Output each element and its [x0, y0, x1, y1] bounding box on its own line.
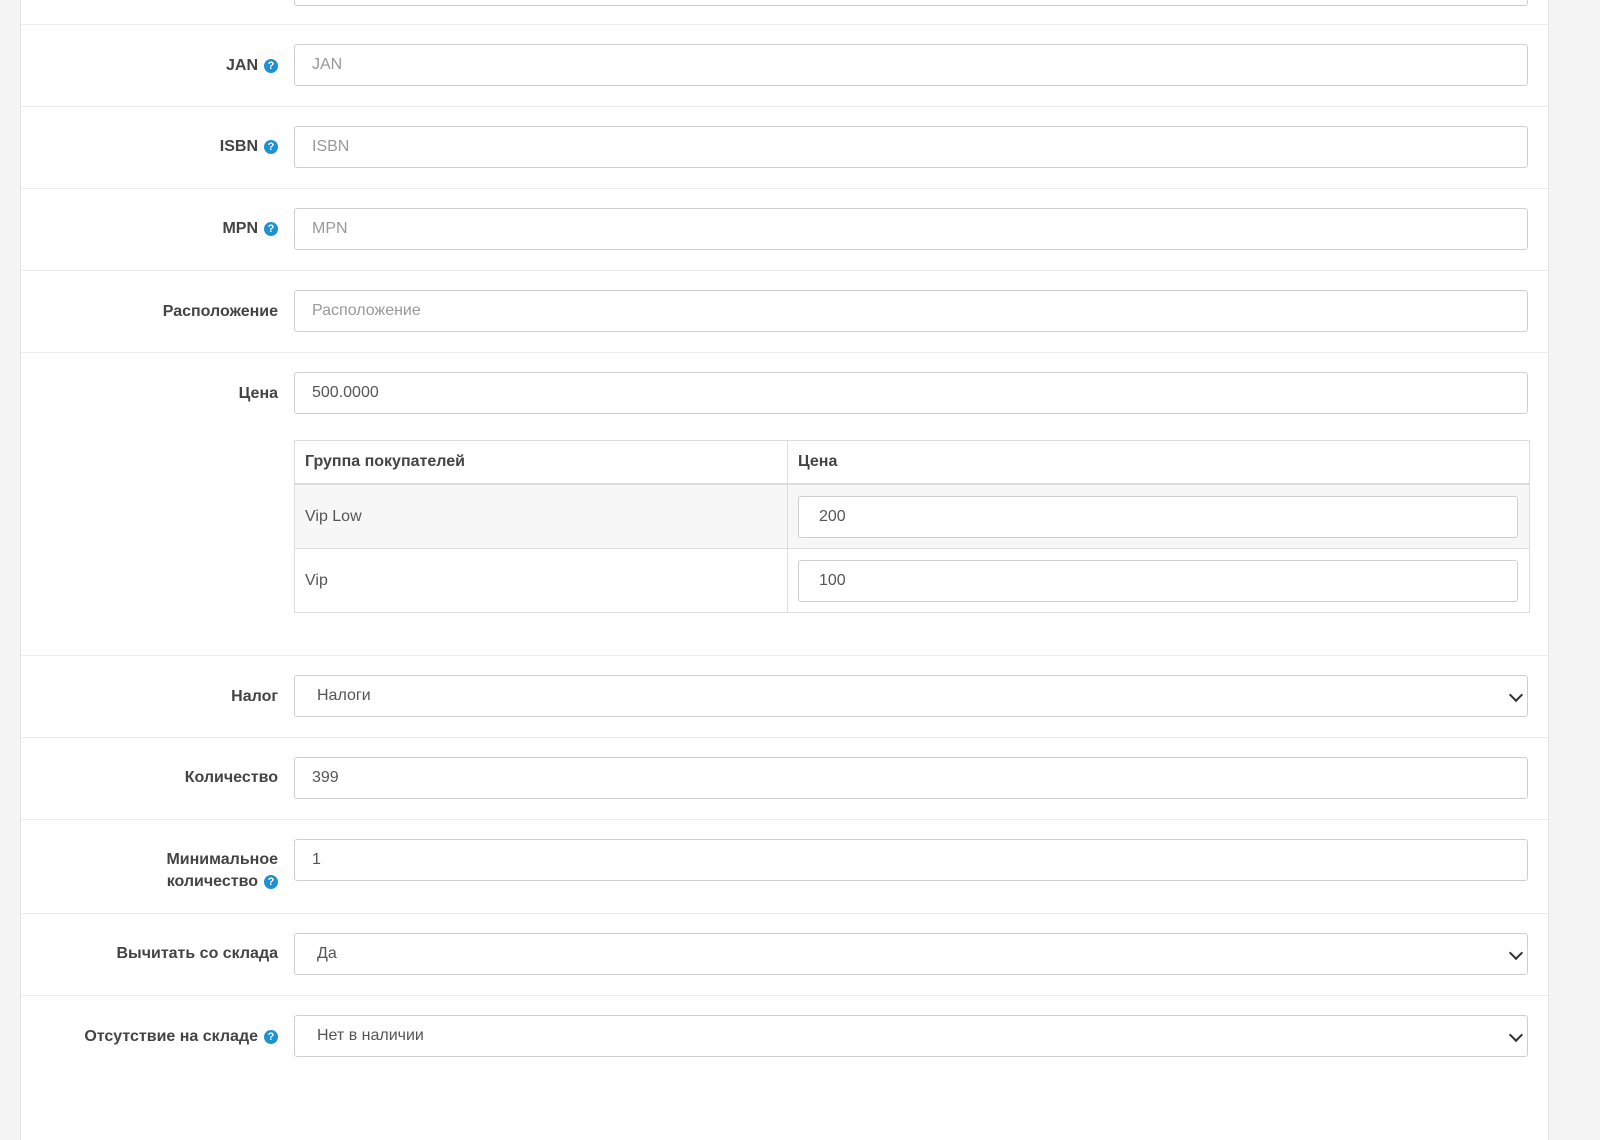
subtract-label: Вычитать со склада — [116, 945, 278, 962]
minimum-label-line2: количество — [166, 873, 258, 890]
jan-input[interactable]: JAN — [294, 44, 1528, 86]
location-input[interactable]: Расположение — [294, 290, 1528, 332]
customer-group-price-input[interactable]: 200 — [798, 495, 1518, 538]
form-row-isbn: ISBN? ISBN — [21, 107, 1548, 189]
stock-status-label: Отсутствие на складе? — [38, 1026, 278, 1048]
minimum-label: Минимальное количество? — [38, 849, 278, 893]
jan-label: JAN? — [38, 55, 278, 77]
form-row-mpn: MPN? MPN — [21, 189, 1548, 271]
stock-status-select[interactable]: Нет в наличии — [294, 1015, 1528, 1057]
chevron-down-icon — [1508, 1027, 1524, 1043]
customer-group-price-cell: 200 — [787, 483, 1530, 549]
customer-group-price-input[interactable]: 100 — [798, 559, 1518, 602]
form-row-tax: Налог Налоги — [21, 656, 1548, 738]
table-row: Vip 100 — [294, 548, 1530, 613]
product-data-panel: JAN? JAN ISBN? ISBN MPN? MPN Расположени… — [20, 0, 1549, 1140]
tax-label: Налог — [231, 688, 278, 705]
form-row-quantity: Количество 399 — [21, 738, 1548, 820]
form-row-stock-status: Отсутствие на складе? Нет в наличии — [21, 996, 1548, 1096]
isbn-label: ISBN? — [38, 136, 278, 158]
form-row-location: Расположение Расположение — [21, 271, 1548, 353]
previous-input-bottom[interactable] — [294, 0, 1528, 6]
customer-group-price-cell: 100 — [787, 548, 1530, 613]
mpn-label: MPN? — [38, 218, 278, 240]
chevron-down-icon — [1508, 945, 1524, 961]
quantity-input[interactable]: 399 — [294, 757, 1528, 799]
tax-select-value: Налоги — [317, 687, 371, 704]
customer-group-price-table: Группа покупателей Цена Vip Low 200 Vip … — [294, 440, 1530, 613]
minimum-input[interactable]: 1 — [294, 839, 1528, 881]
mpn-input[interactable]: MPN — [294, 208, 1528, 250]
help-icon[interactable]: ? — [264, 59, 278, 73]
price-input[interactable]: 500.0000 — [294, 372, 1528, 414]
help-icon[interactable]: ? — [264, 140, 278, 154]
table-row: Vip Low 200 — [294, 483, 1530, 549]
form-row-subtract: Вычитать со склада Да — [21, 914, 1548, 996]
isbn-input[interactable]: ISBN — [294, 126, 1528, 168]
customer-group-name: Vip — [294, 548, 788, 613]
location-label: Расположение — [162, 303, 278, 320]
stock-status-select-value: Нет в наличии — [317, 1027, 424, 1044]
form-row-minimum: Минимальное количество? 1 — [21, 820, 1548, 914]
help-icon[interactable]: ? — [264, 875, 278, 889]
minimum-label-line2-wrap: количество? — [38, 871, 278, 893]
tax-select[interactable]: Налоги — [294, 675, 1528, 717]
subtract-select[interactable]: Да — [294, 933, 1528, 975]
form-row-jan: JAN? JAN — [21, 25, 1548, 107]
subtract-select-value: Да — [317, 945, 337, 962]
help-icon[interactable]: ? — [264, 222, 278, 236]
chevron-down-icon — [1508, 687, 1524, 703]
column-header-customer-group: Группа покупателей — [294, 440, 788, 485]
help-icon[interactable]: ? — [264, 1030, 278, 1044]
quantity-label: Количество — [184, 769, 278, 786]
customer-group-name: Vip Low — [294, 483, 788, 549]
minimum-label-line1: Минимальное — [166, 851, 278, 868]
price-label: Цена — [238, 385, 278, 402]
column-header-price: Цена — [787, 440, 1530, 485]
